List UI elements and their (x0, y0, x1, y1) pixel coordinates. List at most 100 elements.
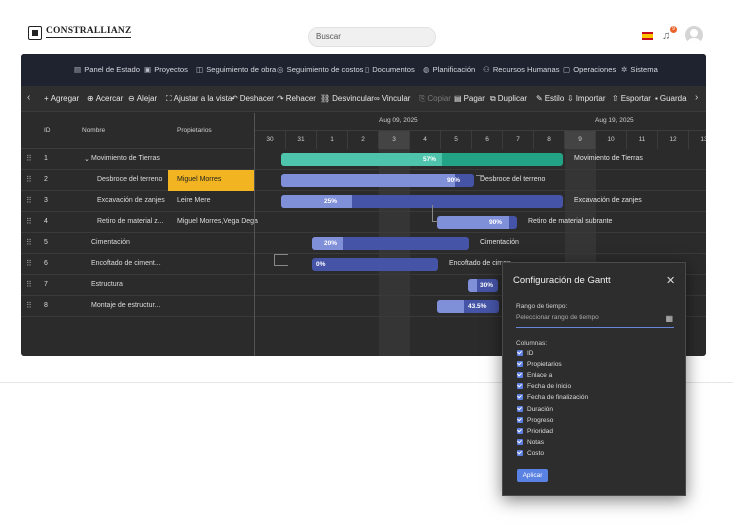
nav-item-6[interactable]: ⚇ Recursos Humanas (483, 65, 560, 74)
nav-item-4[interactable]: ▯ Documentos (365, 65, 415, 74)
checkbox-checked-icon[interactable] (517, 416, 523, 423)
gantt-bar[interactable]: 57% (281, 153, 563, 166)
nav-item-3[interactable]: ◎ Seguimiento de costos (277, 65, 363, 74)
nav-item-5[interactable]: ◍ Planificación (423, 65, 475, 74)
table-row[interactable]: ⠿ 4 Retiro de material z... Miguel Morres,V… (21, 212, 706, 233)
toolbar-button-6[interactable]: ⛓ Desvincular (320, 94, 374, 103)
grid-splitter[interactable] (254, 113, 255, 356)
drag-handle-icon[interactable]: ⠿ (26, 238, 32, 247)
nav-item-1[interactable]: ▣ Proyectos (144, 65, 188, 74)
toolbar-button-0[interactable]: + Agregar (44, 94, 79, 103)
column-checkbox[interactable]: Fecha de finalización (517, 394, 588, 401)
drag-handle-icon[interactable]: ⠿ (26, 154, 32, 163)
toolbar-button-8[interactable]: ⎘ Copiar (419, 94, 451, 104)
table-row[interactable]: ⠿ 5 Cimentación 20% Cimentación (21, 233, 706, 254)
gantt-bar[interactable]: 0% (312, 258, 438, 271)
toolbar-scroll-right-icon[interactable]: › (695, 92, 698, 103)
gantt-bar[interactable]: 25% (281, 195, 563, 208)
table-row[interactable]: ⠿ 1 ⌄ Movimiento de Tierras 57% Movimiento de… (21, 149, 706, 170)
toolbar-button-13[interactable]: ⇧ Esportar (612, 94, 651, 103)
toolbar-button-3[interactable]: ⛶ Ajustar a la vista (166, 94, 232, 104)
toolbar-icon: ▪ (655, 94, 658, 103)
logo-text: CONSTRALLIANZ (46, 26, 132, 40)
gantt-bar[interactable]: 90% (281, 174, 474, 187)
cell-name[interactable]: Encoftado de ciment... (91, 260, 161, 267)
drag-handle-icon[interactable]: ⠿ (26, 259, 32, 268)
checkbox-checked-icon[interactable] (517, 383, 523, 390)
search-input[interactable]: Buscar (308, 27, 436, 47)
column-checkbox[interactable]: Costo (517, 449, 544, 457)
time-range-input[interactable]: Peleccionar rango de tiempo ▦ (516, 314, 674, 328)
toolbar-button-9[interactable]: ▤ Pagar (454, 94, 485, 103)
drag-handle-icon[interactable]: ⠿ (26, 175, 32, 184)
toolbar-button-4[interactable]: ↶ Deshacer (231, 94, 274, 103)
gantt-bar[interactable]: 30% (468, 279, 498, 292)
gantt-bar[interactable]: 43.5% (437, 300, 499, 313)
drag-handle-icon[interactable]: ⠿ (26, 280, 32, 289)
drag-handle-icon[interactable]: ⠿ (26, 217, 32, 226)
col-header-id[interactable]: ID (44, 127, 51, 134)
chevron-down-icon[interactable]: ⌄ (84, 155, 90, 163)
nav-item-7[interactable]: ▢ Operaciones (563, 65, 616, 74)
toolbar-button-10[interactable]: ⧉ Duplicar (490, 94, 527, 104)
table-row[interactable]: ⠿ 2 Desbroce del terreno Miguel Morres 90% De… (21, 170, 706, 191)
checkbox-checked-icon[interactable] (517, 427, 523, 434)
toolbar-icon: + (44, 94, 49, 103)
nav-label: Documentos (372, 65, 415, 74)
dependency-line[interactable] (432, 205, 438, 222)
calendar-icon[interactable]: ▦ (665, 314, 673, 323)
nav-item-0[interactable]: ▤ Panel de Estado (74, 65, 140, 74)
drag-handle-icon[interactable]: ⠿ (26, 196, 32, 205)
checkbox-checked-icon[interactable] (517, 405, 523, 412)
column-checkbox[interactable]: Enlace a (517, 372, 552, 379)
column-checkbox[interactable]: Progreso (517, 416, 553, 424)
col-header-name[interactable]: Nombre (82, 127, 105, 134)
cell-owner[interactable]: Leire Mere (177, 197, 210, 204)
checkbox-checked-icon[interactable] (517, 361, 523, 368)
dependency-line[interactable] (274, 254, 288, 266)
toolbar-button-7[interactable]: ∞ Vincular (374, 94, 410, 103)
language-flag-icon[interactable] (642, 32, 653, 40)
cell-name[interactable]: Excavación de zanjes (97, 197, 165, 204)
grid-header: ID Nombre Propietarios (21, 113, 254, 149)
checkbox-checked-icon[interactable] (517, 350, 523, 356)
checkbox-checked-icon[interactable] (517, 438, 523, 445)
toolbar-button-2[interactable]: ⊖ Alejar (128, 94, 157, 103)
nav-item-8[interactable]: ✲ Sistema (621, 65, 658, 74)
gantt-bar-progress (468, 279, 477, 292)
gantt-bar[interactable]: 90% (437, 216, 517, 229)
checkbox-checked-icon[interactable] (517, 394, 523, 401)
toolbar-button-11[interactable]: ✎ Estilo (536, 94, 564, 103)
nav-item-2[interactable]: ◫ Seguimiento de obra (196, 65, 276, 74)
checkbox-checked-icon[interactable] (517, 449, 523, 456)
cell-owner-selected[interactable]: Miguel Morres (168, 170, 254, 191)
cell-owner[interactable]: Miguel Morres,Vega Dega (177, 218, 258, 225)
column-checkbox[interactable]: Notas (517, 438, 544, 446)
cell-name[interactable]: Retiro de material z... (97, 218, 164, 225)
dependency-line[interactable] (476, 175, 484, 176)
avatar[interactable] (685, 26, 703, 44)
cell-name[interactable]: Cimentación (91, 239, 130, 246)
table-row[interactable]: ⠿ 3 Excavación de zanjes Leire Mere 25% Excav… (21, 191, 706, 212)
cell-name[interactable]: Montaje de estructur... (91, 302, 160, 309)
close-icon[interactable]: ✕ (666, 274, 675, 287)
cell-name[interactable]: Movimiento de Tierras (91, 155, 160, 162)
col-header-owner[interactable]: Propietarios (177, 127, 212, 134)
toolbar-button-1[interactable]: ⊕ Acercar (87, 94, 123, 103)
toolbar-scroll-left-icon[interactable]: ‹ (27, 92, 30, 103)
toolbar-button-12[interactable]: ⇩ Importar (567, 94, 606, 103)
checkbox-checked-icon[interactable] (517, 372, 523, 379)
drag-handle-icon[interactable]: ⠿ (26, 301, 32, 310)
column-checkbox[interactable]: ID (517, 350, 534, 357)
toolbar-button-14[interactable]: ▪ Guarda (655, 94, 687, 103)
cell-name[interactable]: Estructura (91, 281, 123, 288)
apply-button[interactable]: Aplicar (517, 469, 548, 482)
column-checkbox[interactable]: Fecha de Inicio (517, 383, 571, 390)
column-checkbox[interactable]: Propietarios (517, 361, 562, 368)
toolbar-button-5[interactable]: ↷ Rehacer (277, 94, 316, 103)
column-checkbox[interactable]: Duración (517, 405, 553, 413)
cell-name[interactable]: Desbroce del terreno (97, 176, 162, 183)
gantt-bar[interactable]: 20% (312, 237, 469, 250)
column-checkbox[interactable]: Prioridad (517, 427, 553, 435)
company-logo[interactable]: CONSTRALLIANZ (28, 26, 132, 40)
